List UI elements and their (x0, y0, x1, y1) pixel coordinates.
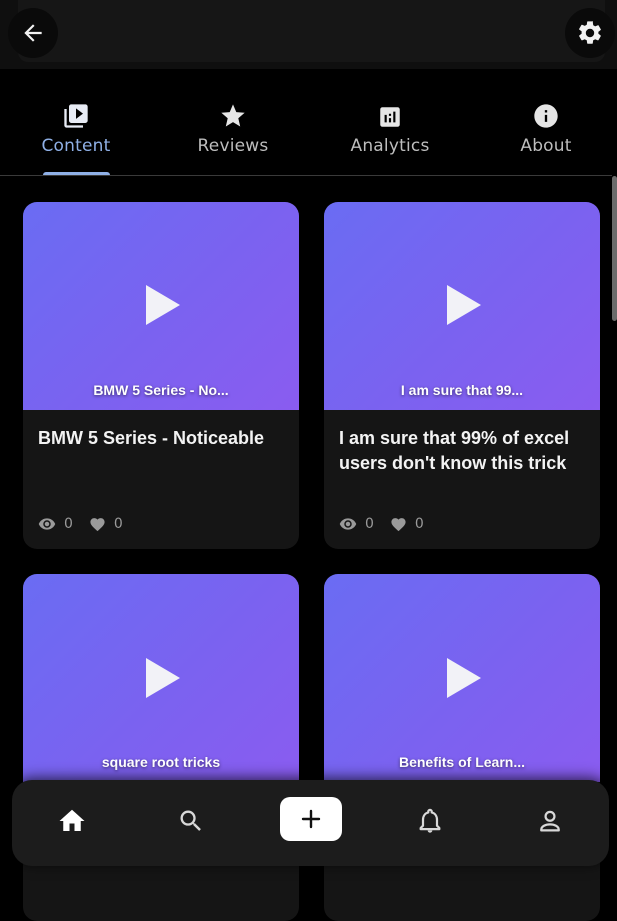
nav-profile[interactable] (530, 801, 570, 841)
tab-analytics-label: Analytics (350, 136, 430, 156)
notifications-icon (419, 808, 441, 833)
tab-reviews-label: Reviews (197, 136, 269, 156)
search-icon (180, 810, 201, 831)
video-thumbnail[interactable]: Benefits of Learn... (324, 574, 600, 782)
views-count: 0 (64, 516, 73, 532)
tab-about[interactable]: About (486, 100, 606, 176)
views-count: 0 (365, 516, 374, 532)
nav-search[interactable] (171, 801, 211, 841)
play-icon (146, 285, 180, 325)
play-icon (447, 285, 481, 325)
tab-content-label: Content (41, 136, 111, 156)
thumbnail-caption: I am sure that 99... (400, 382, 524, 398)
back-button[interactable] (8, 8, 58, 58)
bottom-navigation (12, 780, 609, 866)
video-thumbnail[interactable]: square root tricks (23, 574, 299, 782)
card-stats: 0 0 (38, 515, 139, 533)
thumbnail-caption: BMW 5 Series - No... (93, 382, 229, 398)
content-card[interactable]: Benefits of Learn... (324, 574, 600, 921)
tab-reviews[interactable]: Reviews (173, 100, 293, 176)
gear-icon (579, 21, 601, 44)
analytics-icon (380, 107, 400, 127)
add-icon (301, 809, 321, 829)
top-app-bar (0, 0, 617, 69)
nav-notifications[interactable] (410, 801, 450, 841)
play-icon (447, 658, 481, 698)
content-scrollbar[interactable] (612, 176, 617, 321)
content-card[interactable]: BMW 5 Series - No... BMW 5 Series - Noti… (23, 202, 299, 549)
settings-button[interactable] (565, 8, 615, 58)
tab-bar: Content Reviews Analytics About (0, 100, 617, 176)
likes-count: 0 (113, 516, 123, 532)
eye-icon (339, 518, 357, 530)
content-card[interactable]: I am sure that 99... I am sure that 99% … (324, 202, 600, 549)
add-content-button[interactable] (280, 797, 342, 841)
top-app-bar-surface (18, 0, 605, 62)
info-icon (534, 104, 558, 128)
likes-count: 0 (414, 516, 424, 532)
home-icon (59, 809, 85, 831)
eye-icon (38, 518, 56, 530)
nav-home[interactable] (52, 801, 92, 841)
heart-icon (90, 517, 105, 531)
video-thumbnail[interactable]: BMW 5 Series - No... (23, 202, 299, 410)
video-thumbnail[interactable]: I am sure that 99... (324, 202, 600, 410)
thumbnail-caption: square root tricks (101, 754, 221, 770)
arrow-back-icon (24, 24, 42, 42)
card-title: I am sure that 99% of excel users don't … (339, 428, 570, 473)
profile-icon (540, 810, 560, 832)
heart-icon (391, 517, 406, 531)
tab-analytics[interactable]: Analytics (330, 100, 450, 176)
tab-content[interactable]: Content (16, 100, 136, 176)
video-library-icon (64, 104, 88, 128)
card-title: BMW 5 Series - Noticeable (38, 428, 265, 448)
star-icon (221, 104, 245, 127)
tab-about-label: About (520, 136, 572, 156)
thumbnail-caption: Benefits of Learn... (398, 754, 526, 770)
tabs-divider (0, 175, 612, 176)
play-icon (146, 658, 180, 698)
card-stats: 0 0 (339, 515, 440, 533)
content-card[interactable]: square root tricks (23, 574, 299, 921)
